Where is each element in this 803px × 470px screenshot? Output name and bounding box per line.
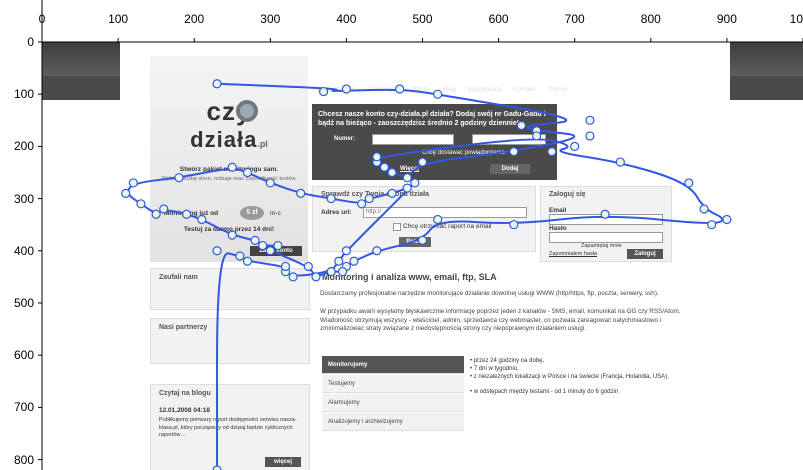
email-label: Email	[549, 207, 567, 214]
menu-item[interactable]: Blog	[443, 86, 456, 93]
site-page: czy działa.pl Stwórz pakiet monitoringu …	[120, 42, 730, 470]
menu-item[interactable]: Oferta	[411, 86, 429, 93]
gadu-promo-box: Chcesz nasze konto czy-działa.pl działa?…	[312, 104, 557, 180]
x-tick-label: 0	[38, 12, 46, 26]
x-tick-label: 500	[412, 12, 433, 26]
feature-bullet: • w odstępach między testami - od 1 minu…	[470, 389, 619, 395]
website-screenshot: czy działa.pl Stwórz pakiet monitoringu …	[42, 42, 803, 470]
y-tick-label: 100	[13, 87, 34, 102]
y-tick-label: 200	[13, 139, 34, 154]
promo-number-input[interactable]	[372, 134, 454, 145]
menu-item[interactable]: Współpraca	[467, 86, 501, 93]
x-tick-label: 900	[716, 12, 737, 26]
menu-item[interactable]: Strona Główna	[312, 86, 355, 93]
logo-line2: działa	[190, 127, 258, 152]
main-paragraph-2: W przypadku awarii wysyłamy błyskawiczni…	[320, 308, 681, 332]
login-button[interactable]: Zaloguj	[627, 249, 663, 259]
logo-pl: .pl	[257, 139, 268, 149]
y-tick-label: 700	[13, 400, 34, 415]
y-tick-label: 500	[13, 295, 34, 310]
feature-tab[interactable]: Alarmujemy	[322, 394, 464, 412]
blog-more-button[interactable]: więcej	[265, 457, 301, 467]
blog-box: Czytaj na blogu 12.01.2008 04:18 Publiku…	[150, 384, 310, 470]
promo-second-input[interactable]	[472, 134, 546, 145]
logo-panel: czy działa.pl Stwórz pakiet monitoringu …	[150, 56, 308, 262]
feature-tab[interactable]: Monitorujemy	[322, 356, 464, 374]
menu-item[interactable]: Pomoc	[548, 86, 568, 93]
site-logo[interactable]: czy działa.pl	[150, 96, 308, 153]
partners-title: Nasi partnerzy	[159, 324, 208, 331]
monitoring-from: Monitoring już od	[164, 210, 219, 217]
package-title: Stwórz pakiet monitoringu sam.	[179, 166, 279, 173]
blog-title: Czytaj na blogu	[159, 390, 211, 397]
check-title: Sprawdź czy Twoja strona działa	[321, 191, 430, 198]
trusted-box: Zaufali nam	[150, 268, 310, 310]
free-test: Testuj za darmo przez 14 dni!	[183, 226, 275, 233]
password-label: Hasło	[549, 225, 567, 232]
email-input[interactable]	[549, 214, 663, 225]
remember-me[interactable]: Zapamiętaj mnie	[581, 243, 622, 249]
site-tagline: Profesjonalny monitoring stron WWW i dos…	[312, 60, 556, 67]
url-input[interactable]: http://	[363, 207, 527, 218]
create-account-button[interactable]: Załóż konto	[250, 246, 302, 256]
trusted-title: Zaufali nam	[159, 274, 198, 281]
x-tick-label: 200	[184, 12, 205, 26]
forgot-password-link[interactable]: Zapomniałem hasła	[549, 251, 597, 257]
feature-bullet: • przez 24 godziny na dobę,	[470, 358, 545, 364]
blog-date: 12.01.2008 04:18	[159, 407, 210, 414]
package-subtitle: Wybierz liczbę stron, rodzaje oraz częst…	[161, 176, 297, 182]
promo-more-link[interactable]: Więcej	[400, 166, 419, 172]
main-paragraph-1: Dostarczamy profesjonalne narzędzie moni…	[320, 290, 659, 297]
check-site-box: Sprawdź czy Twoja strona działa Adres ur…	[312, 186, 536, 252]
x-tick-label: 700	[564, 12, 585, 26]
feature-tabs: Monitorujemy Testujemy Alarmujemy Analizuje…	[322, 356, 464, 432]
feature-tab[interactable]: Analizujemy i archiwizujemy	[322, 413, 464, 431]
feature-tab[interactable]: Testujemy	[322, 375, 464, 393]
promo-title: Chcesz nasze konto czy-działa.pl działa?…	[318, 111, 546, 127]
y-tick-label: 300	[13, 191, 34, 206]
login-title: Zaloguj się	[549, 191, 586, 198]
url-label: Adres url:	[321, 209, 352, 216]
feature-bullet: • 7 dni w tygodniu,	[470, 366, 519, 372]
x-tick-label: 600	[488, 12, 509, 26]
menu-item[interactable]: Dlaczego?	[369, 86, 400, 93]
promo-checkbox-label[interactable]: Chcę dostawać powiadomienia	[422, 150, 505, 156]
menu-item[interactable]: Kontakt	[513, 86, 535, 93]
gear-icon	[236, 100, 258, 122]
promo-add-button[interactable]: Dodaj	[490, 164, 530, 174]
password-input[interactable]	[549, 232, 663, 243]
y-tick-label: 800	[13, 452, 34, 467]
x-tick-label: 800	[640, 12, 661, 26]
x-tick-label: 100	[108, 12, 129, 26]
x-tick-label: 400	[336, 12, 357, 26]
y-tick-label: 400	[13, 243, 34, 258]
report-checkbox-label: Chcę otrzymać raport na email	[403, 223, 492, 230]
login-box: Zaloguj się Email Hasło Zapamiętaj mnie …	[540, 186, 672, 262]
report-checkbox[interactable]	[393, 223, 401, 231]
price-badge: 5 zł	[240, 206, 264, 220]
y-tick-label: 600	[13, 348, 34, 363]
x-tick-label: 1000	[789, 12, 803, 26]
y-tick-label: 0	[27, 35, 34, 49]
logo-line1: czy	[206, 96, 252, 126]
blog-excerpt: Publikujemy pierwszy raport dostępności …	[159, 417, 297, 438]
main-section-title: Monitoring i analiza www, email, ftp, SL…	[322, 272, 497, 282]
per-month: m-c	[270, 210, 281, 217]
partners-box: Nasi partnerzy	[150, 318, 310, 364]
x-tick-label: 300	[260, 12, 281, 26]
promo-number-label: Numer:	[334, 136, 356, 142]
feature-bullets: • przez 24 godziny na dobę, • 7 dni w tyg…	[470, 358, 730, 428]
check-button[interactable]: Pokaż	[399, 237, 431, 247]
feature-bullet: • z niezależnych lokalizacji w Polsce i …	[470, 374, 669, 380]
